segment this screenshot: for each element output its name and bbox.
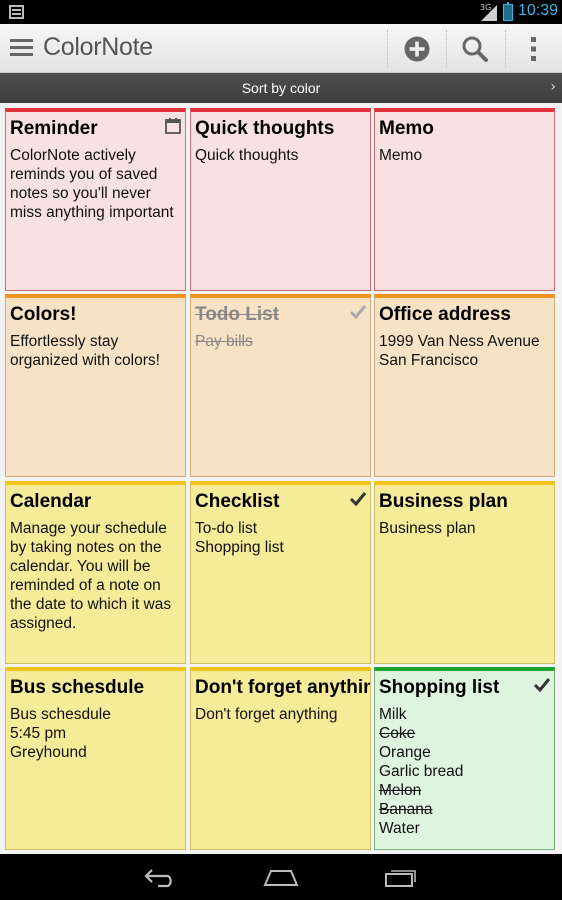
note-line: Manage your schedule by taking notes on …: [10, 520, 172, 632]
checklist-item: Orange: [379, 744, 431, 761]
app-title: ColorNote: [43, 33, 153, 61]
note-title: Quick thoughts: [195, 118, 335, 139]
note-line: To-do list: [195, 520, 258, 537]
note-line: Effortlessly stay organized with colors!: [10, 333, 160, 369]
signal-icon: [481, 5, 497, 21]
note-body: 1999 Van Ness Avenue San Francisco: [379, 332, 550, 370]
note-card[interactable]: Quick thoughts Quick thoughts: [190, 108, 371, 291]
recent-apps-icon: [385, 870, 416, 887]
note-card[interactable]: Memo Memo: [374, 108, 555, 291]
note-body: Don't forget anything: [195, 705, 366, 724]
note-title: Office address: [379, 304, 511, 325]
note-body: Milk Coke Orange Garlic bread Melon Bana…: [379, 705, 550, 838]
battery-icon: [503, 2, 513, 21]
checklist-item-checked: Banana: [379, 801, 433, 818]
note-title: Shopping list: [379, 677, 500, 698]
divider: [387, 30, 388, 68]
checklist-item-checked: Melon: [379, 782, 422, 799]
note-line: 5:45 pm: [10, 725, 67, 742]
checklist-item: Water: [379, 820, 420, 837]
notification-icon: [9, 5, 24, 19]
note-title: Don't forget anything: [195, 677, 370, 698]
sort-bar[interactable]: Sort by color ›: [0, 73, 562, 103]
note-card[interactable]: Bus schesdule Bus schesdule 5:45 pm Grey…: [5, 667, 186, 850]
search-button[interactable]: [447, 24, 503, 73]
note-line: Bus schesdule: [10, 706, 111, 723]
note-line: Greyhound: [10, 744, 87, 761]
note-line: Quick thoughts: [195, 147, 299, 164]
recent-apps-button[interactable]: [379, 862, 423, 892]
note-line: Pay bills: [195, 333, 253, 350]
note-body: Memo: [379, 146, 550, 165]
note-card[interactable]: Colors! Effortlessly stay organized with…: [5, 294, 186, 477]
note-body: To-do list Shopping list: [195, 519, 366, 557]
hamburger-menu-icon[interactable]: [10, 39, 33, 57]
note-body: ColorNote actively reminds you of saved …: [10, 146, 181, 222]
navigation-bar: [0, 854, 562, 900]
note-line: Shopping list: [195, 539, 284, 556]
note-title: Checklist: [195, 491, 280, 512]
chevron-right-icon: ›: [550, 79, 556, 95]
action-bar: ColorNote: [0, 24, 562, 73]
sort-label: Sort by color: [241, 80, 321, 96]
note-line: 1999 Van Ness Avenue: [379, 333, 540, 350]
overflow-menu-icon: [531, 36, 536, 61]
note-body: Bus schesdule 5:45 pm Greyhound: [10, 705, 181, 762]
checkmark-icon: [349, 305, 367, 320]
note-body: Quick thoughts: [195, 146, 366, 165]
note-card[interactable]: Business plan Business plan: [374, 481, 555, 664]
checklist-item: Milk: [379, 706, 407, 723]
note-title: Todo List: [195, 304, 280, 325]
add-note-button[interactable]: [389, 24, 445, 73]
checkmark-icon: [349, 492, 367, 507]
home-button[interactable]: [259, 862, 303, 892]
note-title: Bus schesdule: [10, 677, 145, 698]
calendar-reminder-icon: [165, 118, 181, 134]
note-title: Calendar: [10, 491, 92, 512]
note-title: Business plan: [379, 491, 508, 512]
overflow-menu-button[interactable]: [506, 24, 562, 73]
home-icon: [263, 870, 299, 886]
add-note-icon: [404, 36, 430, 61]
note-line: Business plan: [379, 520, 476, 537]
back-icon: [144, 869, 172, 888]
status-bar: 3G 10:39: [0, 0, 562, 24]
notes-grid: Reminder ColorNote actively reminds you …: [0, 103, 562, 854]
status-time: 10:39: [518, 2, 559, 19]
search-icon: [462, 36, 488, 62]
note-line: Don't forget anything: [195, 706, 338, 723]
note-line: ColorNote actively reminds you of saved …: [10, 147, 174, 221]
note-card[interactable]: Reminder ColorNote actively reminds you …: [5, 108, 186, 291]
checklist-item-checked: Coke: [379, 725, 416, 742]
note-line: Memo: [379, 147, 423, 164]
note-body: Pay bills: [195, 332, 366, 351]
note-title: Reminder: [10, 118, 98, 139]
note-body: Effortlessly stay organized with colors!: [10, 332, 181, 370]
note-body: Business plan: [379, 519, 550, 538]
back-button[interactable]: [139, 862, 183, 892]
checklist-item: Garlic bread: [379, 763, 464, 780]
note-card[interactable]: Todo List Pay bills: [190, 294, 371, 477]
note-card[interactable]: Office address 1999 Van Ness Avenue San …: [374, 294, 555, 477]
note-title: Colors!: [10, 304, 77, 325]
note-card[interactable]: Calendar Manage your schedule by taking …: [5, 481, 186, 664]
note-card[interactable]: Don't forget anything Don't forget anyth…: [190, 667, 371, 850]
note-title: Memo: [379, 118, 434, 139]
note-card[interactable]: Checklist To-do list Shopping list: [190, 481, 371, 664]
note-card[interactable]: Shopping list Milk Coke Orange Garlic br…: [374, 667, 555, 850]
note-line: San Francisco: [379, 352, 479, 369]
note-body: Manage your schedule by taking notes on …: [10, 519, 181, 633]
checkmark-icon: [533, 678, 551, 693]
